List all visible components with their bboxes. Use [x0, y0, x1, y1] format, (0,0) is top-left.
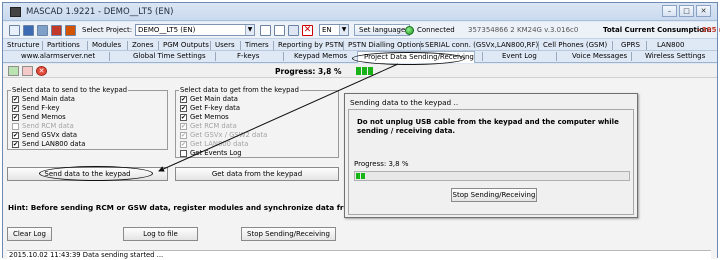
annotation-arrows [158, 63, 399, 172]
app-window: MASCAD 1.9221 - DEMO__LT5 (EN) – □ ✕ Sel… [2, 2, 720, 259]
